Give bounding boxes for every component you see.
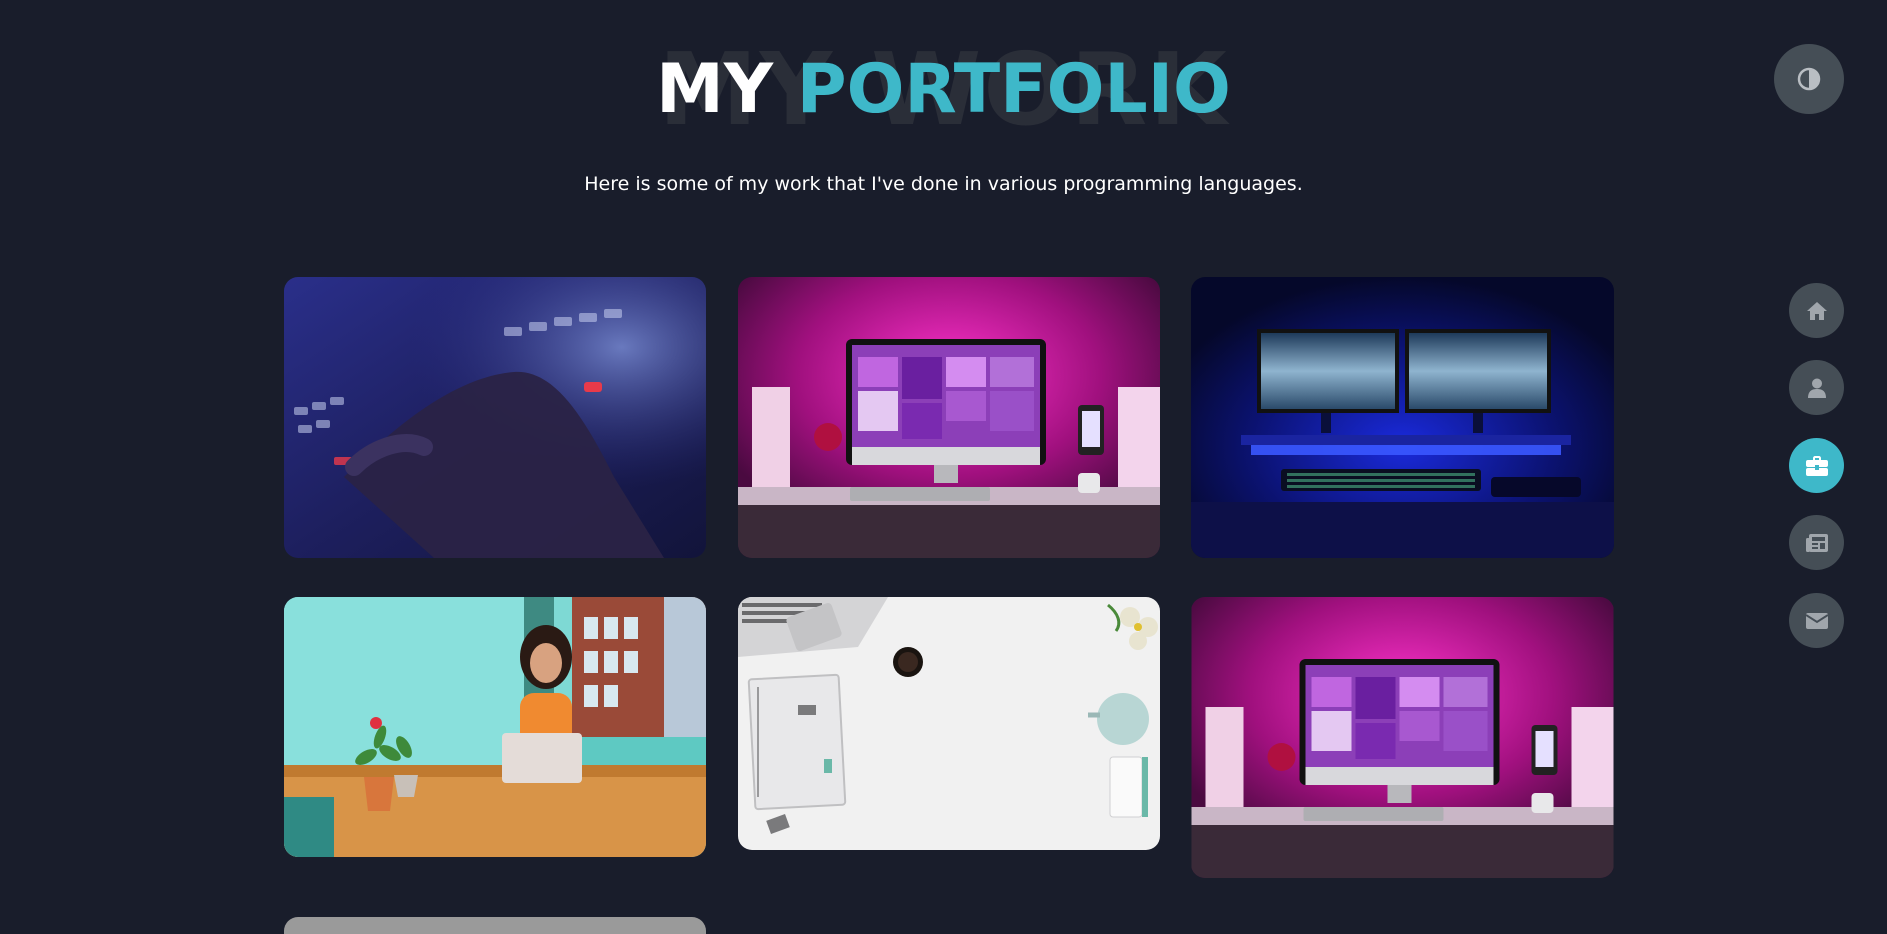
- nav-about-button[interactable]: [1789, 360, 1844, 415]
- newspaper-icon: [1805, 533, 1828, 552]
- contrast-icon: [1797, 67, 1821, 91]
- portfolio-item-woman-laptop[interactable]: [284, 597, 706, 857]
- portfolio-item-pink-desk-setup[interactable]: [738, 277, 1160, 558]
- keyboard-hand-image: [284, 277, 706, 558]
- nav-home-button[interactable]: [1789, 283, 1844, 338]
- white-desk-image: [738, 597, 1160, 850]
- portfolio-item-keyboard-hand[interactable]: [284, 277, 706, 558]
- home-icon: [1806, 301, 1828, 321]
- section-header: MY WORK MY PORTFOLIO: [0, 40, 1887, 140]
- portfolio-item-blue-dual-monitors[interactable]: [1191, 277, 1614, 558]
- page-title: MY PORTFOLIO: [0, 40, 1887, 140]
- briefcase-icon: [1805, 455, 1828, 476]
- user-icon: [1807, 378, 1826, 398]
- envelope-icon: [1805, 612, 1828, 629]
- woman-laptop-image: [284, 597, 706, 857]
- portfolio-item-pink-desk-setup-2[interactable]: [1191, 597, 1614, 878]
- portfolio-item-white-desk-flatlay[interactable]: [738, 597, 1160, 850]
- page-subtitle: Here is some of my work that I've done i…: [584, 173, 1303, 195]
- nav-portfolio-button[interactable]: [1789, 438, 1844, 493]
- blue-monitors-image: [1191, 277, 1614, 558]
- portfolio-item-partial[interactable]: [284, 917, 706, 934]
- nav-contact-button[interactable]: [1789, 593, 1844, 648]
- theme-toggle-button[interactable]: [1774, 44, 1844, 114]
- pink-desk-image-2: [1191, 597, 1614, 878]
- title-prefix: MY: [656, 50, 774, 129]
- nav-blog-button[interactable]: [1789, 515, 1844, 570]
- pink-desk-image: [738, 277, 1160, 558]
- title-accent: PORTFOLIO: [796, 50, 1231, 129]
